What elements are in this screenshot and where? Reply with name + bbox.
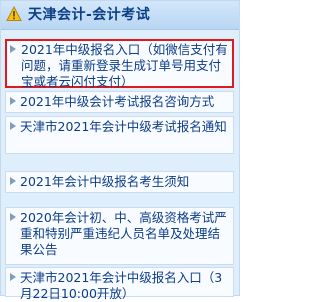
article-title[interactable]: 2021年中级报名入口（如微信支付有问题，请重新登录生成订单号用支付宝或者云闪付… <box>21 41 228 90</box>
bullet-arrow-icon <box>10 273 16 281</box>
article-title[interactable]: 2020年会计初、中、高级资格考试严重和特别严重违纪人员名单及处理结果公告 <box>20 208 229 258</box>
article-link-candidate-guide[interactable]: 2021年会计中级报名考生须知 <box>5 171 234 193</box>
bullet-arrow-icon <box>10 177 16 185</box>
panel-header: 天津会计-会计考试 <box>1 1 239 30</box>
article-link-registration-entry[interactable]: 2021年中级报名入口（如微信支付有问题，请重新登录生成订单号用支付宝或者云闪付… <box>5 39 234 90</box>
panel-title: 天津会计-会计考试 <box>28 7 151 23</box>
bullet-arrow-icon <box>10 97 16 105</box>
article-link-violation-announcement[interactable]: 2020年会计初、中、高级资格考试严重和特别严重违纪人员名单及处理结果公告 <box>5 207 234 265</box>
article-title[interactable]: 2021年中级会计考试报名咨询方式 <box>20 92 229 110</box>
caution-triangle-icon <box>6 5 22 22</box>
article-link-notice[interactable]: 天津市2021年会计中级考试报名通知 <box>5 116 234 154</box>
bullet-arrow-icon <box>10 213 16 221</box>
bullet-arrow-icon <box>10 45 16 53</box>
article-title[interactable]: 天津市2021年会计中级考试报名通知 <box>20 117 229 135</box>
article-link-consultation[interactable]: 2021年中级会计考试报名咨询方式 <box>5 91 234 113</box>
bullet-arrow-icon <box>10 122 16 130</box>
article-link-registration-open[interactable]: 天津市2021年会计中级报名入口（3月22日10:00开放） <box>5 267 234 301</box>
article-title[interactable]: 2021年会计中级报名考生须知 <box>20 172 229 190</box>
news-panel: 天津会计-会计考试 2021年中级报名入口（如微信支付有问题，请重新登录生成订单… <box>0 0 240 301</box>
article-title[interactable]: 天津市2021年会计中级报名入口（3月22日10:00开放） <box>20 268 229 302</box>
